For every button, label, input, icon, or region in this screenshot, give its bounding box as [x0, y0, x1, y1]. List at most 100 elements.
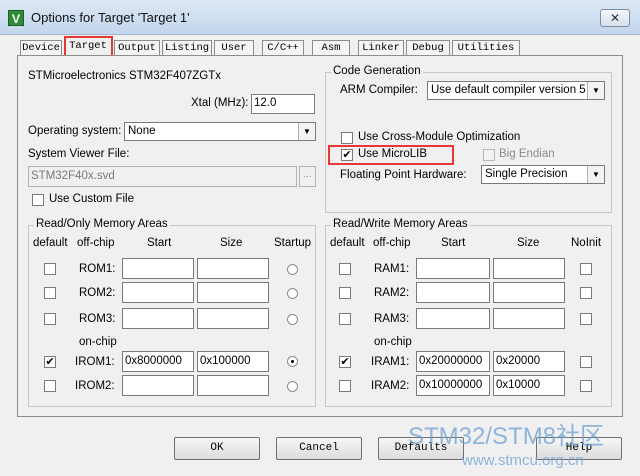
watermark-title: STM32/STM8社区 [408, 423, 605, 450]
close-icon: ✕ [609, 11, 621, 25]
compiler-select-value: Use default compiler version 5 [431, 84, 586, 96]
iram2-label: IRAM2: [371, 380, 410, 392]
custom-file-checkbox[interactable] [32, 194, 44, 206]
chevron-down-icon: ▼ [587, 166, 604, 183]
ram3-noinit-checkbox[interactable] [580, 313, 592, 325]
iram2-noinit-checkbox[interactable] [580, 380, 592, 392]
microlib-label: Use MicroLIB [358, 148, 428, 160]
ram2-start-input[interactable] [416, 282, 490, 303]
rom3-size-input[interactable] [197, 308, 269, 329]
custom-file-label: Use Custom File [49, 193, 134, 205]
irom1-size-input[interactable]: 0x100000 [197, 351, 269, 372]
ram3-size-input[interactable] [493, 308, 565, 329]
cross-module-label: Use Cross-Module Optimization [358, 131, 521, 143]
compiler-select[interactable]: Use default compiler version 5 ▼ [427, 81, 605, 100]
ram-group-title: Read/Write Memory Areas [331, 218, 470, 230]
ram2-size-input[interactable] [493, 282, 565, 303]
svd-input[interactable]: STM32F40x.svd [28, 166, 297, 187]
rom-header-default: default [33, 237, 68, 249]
ram1-default-checkbox[interactable] [339, 263, 351, 275]
ram2-default-checkbox[interactable] [339, 287, 351, 299]
fp-label: Floating Point Hardware: [340, 169, 467, 181]
iram1-default-checkbox[interactable]: ✔ [339, 356, 351, 368]
rom1-start-input[interactable] [122, 258, 194, 279]
rom-header-offchip: off-chip [77, 237, 115, 249]
rom1-size-input[interactable] [197, 258, 269, 279]
rom1-default-checkbox[interactable] [44, 263, 56, 275]
xtal-input[interactable]: 12.0 [251, 94, 315, 114]
irom2-label: IROM2: [75, 380, 115, 392]
irom2-size-input[interactable] [197, 375, 269, 396]
ram-header-start: Start [441, 237, 466, 249]
close-button[interactable]: ✕ [600, 9, 630, 27]
tab-linker[interactable]: Linker [358, 40, 404, 55]
big-endian-label: Big Endian [499, 148, 555, 160]
irom2-start-input[interactable] [122, 375, 194, 396]
tab-user[interactable]: User [214, 40, 254, 55]
tab-listing[interactable]: Listing [162, 40, 212, 55]
tab-debug[interactable]: Debug [406, 40, 450, 55]
iram2-size-input[interactable]: 0x10000 [493, 375, 565, 396]
rom3-start-input[interactable] [122, 308, 194, 329]
code-generation-title: Code Generation [331, 65, 423, 77]
ram1-size-input[interactable] [493, 258, 565, 279]
ram3-label: RAM3: [374, 313, 410, 325]
ram-header-default: default [330, 237, 365, 249]
irom1-start-input[interactable]: 0x8000000 [122, 351, 194, 372]
watermark-url: www.stmcu.org.cn [462, 452, 584, 469]
os-select[interactable]: None ▼ [124, 122, 316, 141]
tab-asm[interactable]: Asm [312, 40, 350, 55]
svd-label: System Viewer File: [28, 148, 130, 160]
rom2-size-input[interactable] [197, 282, 269, 303]
ram-header-noinit: NoInit [571, 237, 602, 249]
rom2-startup-radio[interactable] [287, 288, 298, 299]
device-name: STMicroelectronics STM32F407ZGTx [28, 70, 221, 82]
irom1-startup-radio[interactable] [287, 356, 298, 367]
rom2-label: ROM2: [79, 287, 116, 299]
ram1-noinit-checkbox[interactable] [580, 263, 592, 275]
rom1-startup-radio[interactable] [287, 264, 298, 275]
fp-select-value: Single Precision [485, 168, 568, 180]
fp-select[interactable]: Single Precision ▼ [481, 165, 605, 184]
ram-header-offchip: off-chip [373, 237, 411, 249]
ok-button[interactable]: OK [174, 437, 260, 460]
tab-target[interactable]: Target [64, 37, 112, 56]
iram1-size-input[interactable]: 0x20000 [493, 351, 565, 372]
rom2-default-checkbox[interactable] [44, 287, 56, 299]
ram2-noinit-checkbox[interactable] [580, 287, 592, 299]
iram1-label: IRAM1: [371, 356, 410, 368]
tab-device[interactable]: Device [20, 40, 62, 55]
tab-cpp[interactable]: C/C++ [262, 40, 304, 55]
irom2-default-checkbox[interactable] [44, 380, 56, 392]
irom2-startup-radio[interactable] [287, 381, 298, 392]
big-endian-checkbox[interactable] [483, 149, 495, 161]
rom2-start-input[interactable] [122, 282, 194, 303]
rom-onchip-label: on-chip [79, 336, 117, 348]
irom1-default-checkbox[interactable]: ✔ [44, 356, 56, 368]
ram3-default-checkbox[interactable] [339, 313, 351, 325]
svd-browse-button[interactable]: ... [299, 166, 316, 187]
iram2-default-checkbox[interactable] [339, 380, 351, 392]
rom-header-start: Start [147, 237, 172, 249]
ram3-start-input[interactable] [416, 308, 490, 329]
tab-output[interactable]: Output [114, 40, 160, 55]
rom3-default-checkbox[interactable] [44, 313, 56, 325]
iram1-noinit-checkbox[interactable] [580, 356, 592, 368]
tab-utilities[interactable]: Utilities [452, 40, 520, 55]
cross-module-checkbox[interactable] [341, 132, 353, 144]
iram2-start-input[interactable]: 0x10000000 [416, 375, 490, 396]
rom-header-size: Size [220, 237, 243, 249]
iram1-start-input[interactable]: 0x20000000 [416, 351, 490, 372]
cancel-button[interactable]: Cancel [276, 437, 362, 460]
rom3-startup-radio[interactable] [287, 314, 298, 325]
compiler-label: ARM Compiler: [340, 84, 418, 96]
rom1-label: ROM1: [79, 263, 116, 275]
microlib-checkbox[interactable]: ✔ [341, 149, 353, 161]
rom-header-startup: Startup [274, 237, 312, 249]
ram1-start-input[interactable] [416, 258, 490, 279]
os-label: Operating system: [28, 125, 122, 137]
ram1-label: RAM1: [374, 263, 410, 275]
xtal-label: Xtal (MHz): [191, 97, 249, 109]
irom1-label: IROM1: [75, 356, 115, 368]
ram-header-size: Size [517, 237, 540, 249]
